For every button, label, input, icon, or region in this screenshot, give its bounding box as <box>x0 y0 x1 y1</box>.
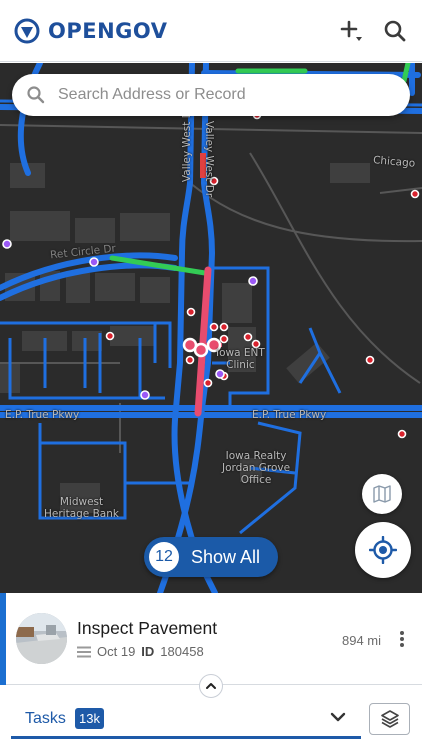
show-all-button[interactable]: 12 Show All <box>144 537 278 577</box>
list-icon <box>77 646 91 657</box>
label-ep-true-pkwy-left: E.P. True Pkwy <box>5 409 80 421</box>
crosshair-location-icon <box>369 536 397 564</box>
pavement-photo <box>16 613 67 664</box>
layers-button[interactable] <box>369 703 410 735</box>
search-bar[interactable] <box>12 74 410 116</box>
expand-panel-button[interactable] <box>199 674 223 698</box>
chevron-up-icon <box>206 683 216 689</box>
record-id-label: ID <box>141 644 155 659</box>
add-button[interactable] <box>338 18 364 44</box>
label-iowa-realty: Iowa Realty Jordan Grove Office <box>222 450 291 486</box>
record-meta: Oct 19 ID 180458 <box>77 644 204 659</box>
card-accent-bar <box>0 593 6 685</box>
record-title: Inspect Pavement <box>77 618 218 638</box>
label-ep-true-pkwy-right: E.P. True Pkwy <box>252 409 327 421</box>
search-icon <box>27 86 45 104</box>
record-id: 180458 <box>160 644 204 659</box>
search-button[interactable] <box>382 18 408 44</box>
more-dot-icon <box>400 631 404 635</box>
more-dot-icon <box>400 643 404 647</box>
red-record-markers[interactable] <box>105 110 420 439</box>
record-card[interactable]: Inspect Pavement Oct 19 ID 180458 894 mi <box>0 593 422 685</box>
tasks-tab-label[interactable]: Tasks <box>25 710 66 728</box>
layers-icon <box>380 710 399 728</box>
chevron-down-icon[interactable] <box>329 708 347 726</box>
app-header: OPENGOV <box>0 0 422 62</box>
map-type-button[interactable] <box>362 474 402 514</box>
map-icon <box>373 485 391 503</box>
record-distance: 894 mi <box>342 633 382 648</box>
brand-name: OPENGOV <box>48 18 168 43</box>
label-midwest-bank: Midwest Heritage Bank <box>44 496 119 520</box>
map-view[interactable]: Valley West Dr Valley West Dr Chicago E.… <box>0 63 422 593</box>
label-valley-west-dr-2: Valley West Dr <box>203 120 216 198</box>
tasks-count-badge: 13k <box>75 708 104 729</box>
show-all-label: Show All <box>191 546 261 567</box>
more-dot-icon <box>400 637 404 641</box>
search-input[interactable] <box>58 86 378 104</box>
label-ent-clinic: Iowa ENT Clinic <box>216 347 265 371</box>
add-icon <box>340 20 362 41</box>
opengov-logo-icon <box>14 18 40 43</box>
locate-me-button[interactable] <box>355 522 411 578</box>
map-local-streets <box>0 266 342 535</box>
more-options-button[interactable] <box>394 629 410 649</box>
label-valley-west-dr-1: Valley West Dr <box>181 105 194 183</box>
record-thumbnail <box>16 613 67 664</box>
search-icon <box>384 20 406 41</box>
show-all-count: 12 <box>149 542 179 572</box>
opengov-logo: OPENGOV <box>14 18 167 44</box>
tasks-tab-underline <box>11 736 361 739</box>
record-date: Oct 19 <box>97 644 136 659</box>
